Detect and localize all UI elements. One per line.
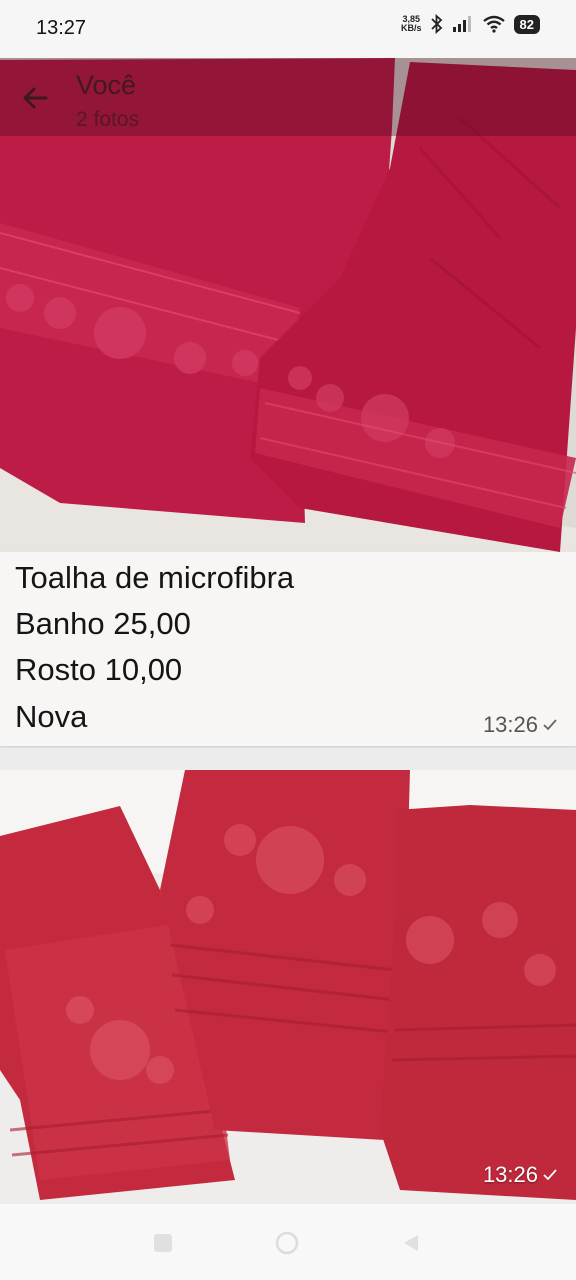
- check-icon: [543, 719, 557, 731]
- photo-time: 13:26: [482, 1162, 538, 1187]
- check-icon: [543, 1169, 557, 1181]
- signal-icon: [452, 16, 471, 32]
- status-icons: 3,85 KB/s 82: [401, 14, 540, 34]
- caption-line-3: Rosto 10,00: [15, 652, 183, 687]
- triangle-icon[interactable]: [400, 1232, 422, 1254]
- arrow-left-icon[interactable]: [18, 80, 54, 116]
- photo-microfibre-towels[interactable]: Você 2 fotos: [0, 58, 576, 552]
- header-title: Você: [76, 70, 137, 100]
- caption-line-1: Toalha de microfibra: [15, 560, 295, 595]
- square-icon[interactable]: [152, 1232, 174, 1254]
- caption-line-2: Banho 25,00: [15, 606, 191, 641]
- status-bar: 13:27 3,85 KB/s 82: [0, 0, 576, 58]
- network-speed-unit: KB/s: [401, 23, 422, 33]
- system-nav-bar: [0, 1204, 576, 1280]
- header-subtitle: 2 fotos: [76, 108, 140, 131]
- message-timestamp: 13:26: [483, 712, 558, 738]
- status-time: 13:27: [36, 17, 87, 39]
- message-caption[interactable]: Toalha de microfibra Banho 25,00 Rosto 1…: [0, 552, 576, 746]
- bluetooth-icon: [430, 14, 442, 34]
- towel-photo-2: [0, 770, 576, 1204]
- message-time: 13:26: [482, 712, 538, 737]
- caption-line-4: Nova: [15, 699, 88, 734]
- viewer-header: Você 2 fotos: [0, 58, 576, 136]
- photo-red-towels[interactable]: [0, 770, 576, 1204]
- battery-indicator: 82: [513, 14, 540, 34]
- photo-timestamp: 13:26: [483, 1162, 558, 1188]
- wifi-icon: [482, 15, 505, 33]
- circle-icon[interactable]: [274, 1230, 300, 1256]
- network-speed: 3,85 KB/s: [401, 15, 422, 33]
